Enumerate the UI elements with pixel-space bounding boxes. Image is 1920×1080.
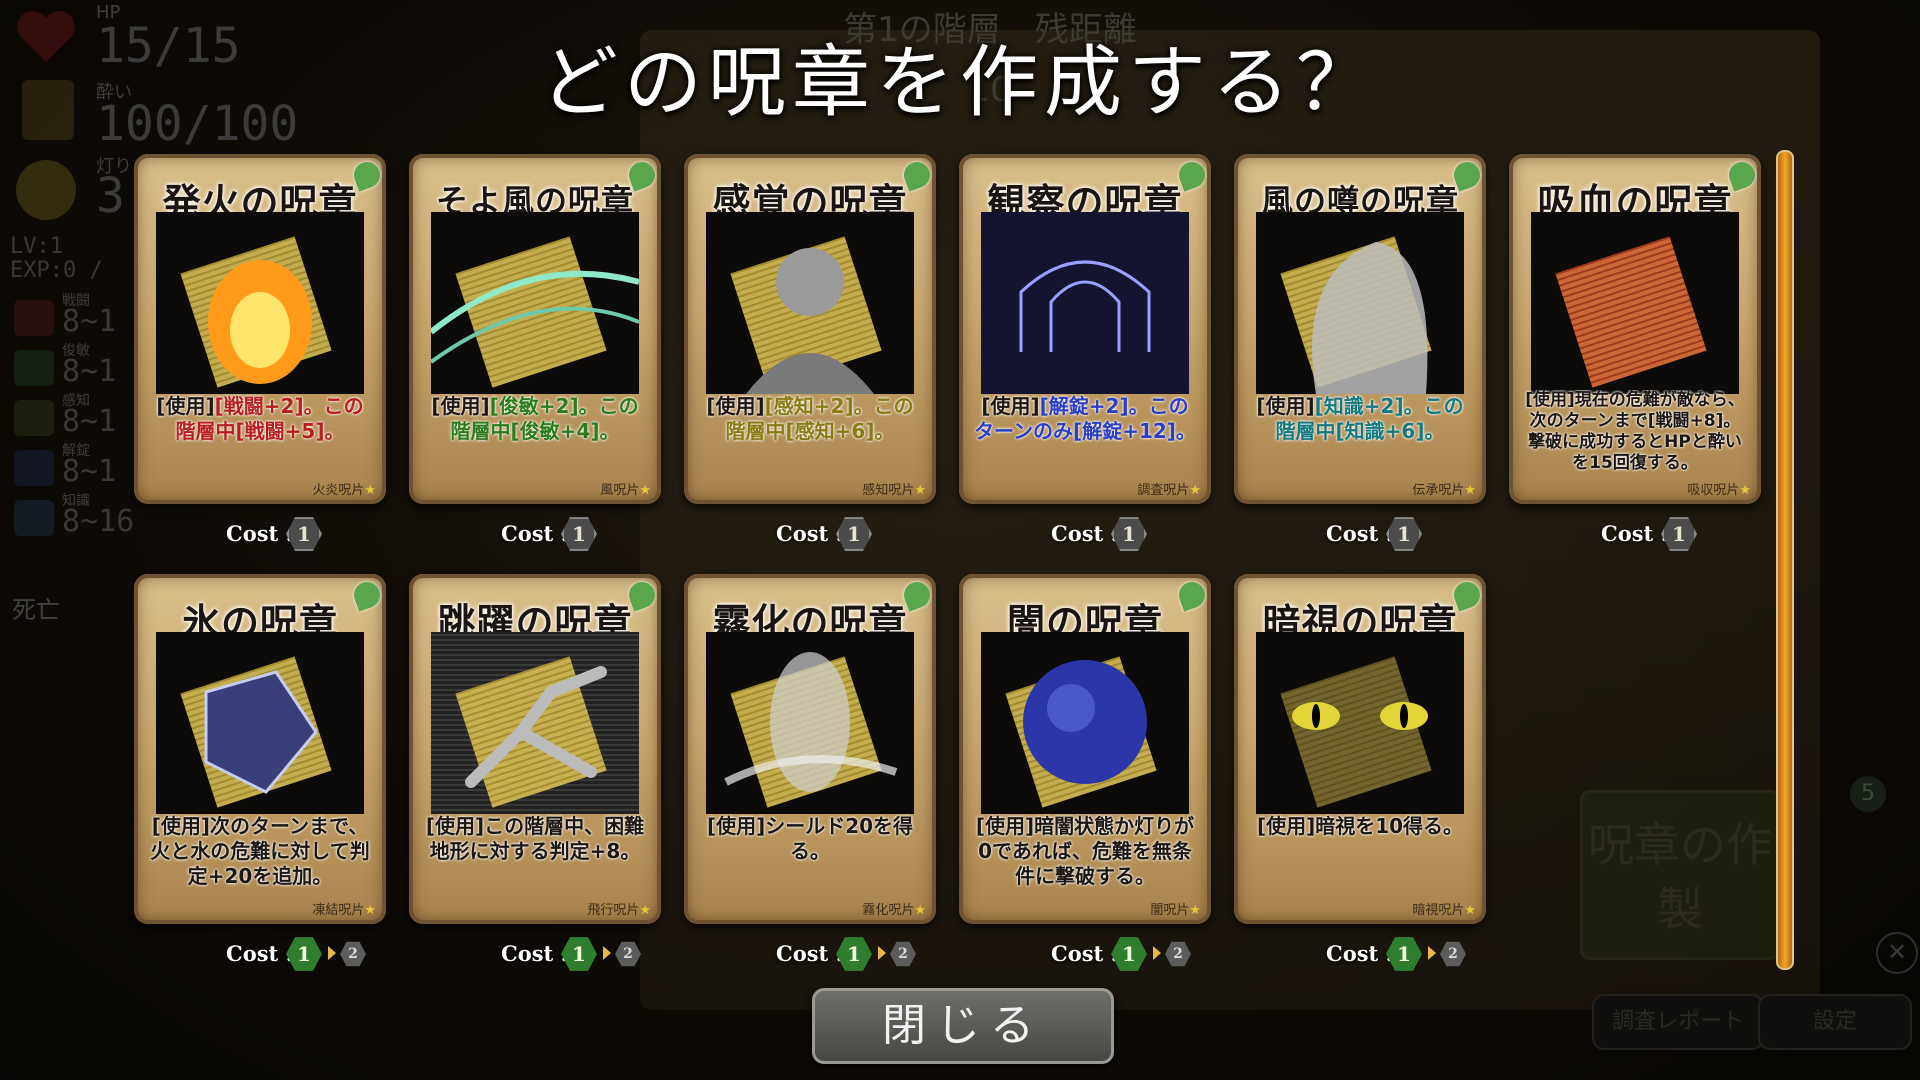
- card-type: 伝承呪片: [1412, 483, 1465, 498]
- dark-orb-art: [981, 632, 1189, 814]
- card-description: [使用][解錠+2]。このターンのみ[解錠+12]。: [974, 394, 1196, 443]
- cost-row: Cost : 1: [1234, 514, 1486, 554]
- cost-label: Cost :: [776, 941, 844, 966]
- star-icon: ★: [1189, 903, 1201, 918]
- crystal-art: [156, 632, 364, 814]
- card-description: [使用]暗視を10得る。: [1256, 814, 1464, 838]
- card-ignition[interactable]: 発火の呪章 [使用][戦闘+2]。この階層中[戦闘+5]。 火炎呪片★: [134, 154, 386, 504]
- close-button[interactable]: 閉じる: [812, 988, 1114, 1064]
- card-type: 感知呪片: [862, 483, 915, 498]
- cost-row: Cost : 1: [1509, 514, 1761, 554]
- fire-art: [156, 212, 364, 394]
- star-icon: ★: [1464, 483, 1476, 498]
- card-vampire[interactable]: 吸血の呪章 [使用]現在の危難が敵なら、次のターンまで[戦闘+8]。撃破に成功す…: [1509, 154, 1761, 504]
- card-type: 闇呪片: [1150, 903, 1190, 918]
- arrow-right-icon: [603, 946, 611, 960]
- star-icon: ★: [639, 483, 651, 498]
- card-type: 吸収呪片: [1687, 483, 1740, 498]
- card-description: [使用]現在の危難が敵なら、次のターンまで[戦闘+8]。撃破に成功するとHPと酔…: [1525, 390, 1745, 473]
- cost-label: Cost :: [776, 521, 844, 546]
- cost-row: Cost : 1 2: [684, 934, 936, 974]
- star-icon: ★: [364, 903, 376, 918]
- runner-art: [431, 632, 639, 814]
- cost-label: Cost :: [1326, 941, 1394, 966]
- card-type: 火炎呪片: [312, 483, 365, 498]
- cost-row: Cost : 1: [134, 514, 386, 554]
- mist-art: [706, 632, 914, 814]
- star-icon: ★: [1189, 483, 1201, 498]
- card-type: 暗視呪片: [1412, 903, 1465, 918]
- star-icon: ★: [364, 483, 376, 498]
- cost-row: Cost : 1 2: [409, 934, 661, 974]
- card-rumor[interactable]: 風の噂の呪章 [使用][知識+2]。この階層中[知識+6]。 伝承呪片★: [1234, 154, 1486, 504]
- card-description: [使用][戦闘+2]。この階層中[戦闘+5]。: [156, 394, 364, 443]
- arrow-right-icon: [1153, 946, 1161, 960]
- card-type: 調査呪片: [1137, 483, 1190, 498]
- card-description: [使用][感知+2]。この階層中[感知+6]。: [706, 394, 914, 443]
- fang-art: [1531, 212, 1739, 394]
- cat-eyes-art: [1256, 632, 1464, 814]
- cost-label: Cost :: [501, 521, 569, 546]
- card-description: [使用][知識+2]。この階層中[知識+6]。: [1256, 394, 1464, 443]
- arrow-right-icon: [878, 946, 886, 960]
- head-art: [706, 212, 914, 394]
- card-type: 風呪片: [600, 483, 640, 498]
- card-observation[interactable]: 観察の呪章 [使用][解錠+2]。このターンのみ[解錠+12]。 調査呪片★: [959, 154, 1211, 504]
- cost-row: Cost : 1 2: [959, 934, 1211, 974]
- cost-next-badge: 2: [1165, 941, 1191, 967]
- card-description: [使用]暗闇状態か灯りが0であれば、危難を無条件に撃破する。: [975, 814, 1195, 888]
- cost-label: Cost :: [1326, 521, 1394, 546]
- cost-row: Cost : 1: [409, 514, 661, 554]
- card-description: [使用][俊敏+2]。この階層中[俊敏+4]。: [431, 394, 639, 443]
- cost-label: Cost :: [1601, 521, 1669, 546]
- cost-row: Cost : 1: [959, 514, 1211, 554]
- card-description: [使用]シールド20を得る。: [706, 814, 914, 863]
- cost-row: Cost : 1 2: [1234, 934, 1486, 974]
- card-breeze[interactable]: そよ風の呪章 [使用][俊敏+2]。この階層中[俊敏+4]。 風呪片★: [409, 154, 661, 504]
- ear-art: [1256, 212, 1464, 394]
- card-senses[interactable]: 感覚の呪章 [使用][感知+2]。この階層中[感知+6]。 感知呪片★: [684, 154, 936, 504]
- cost-label: Cost :: [1051, 941, 1119, 966]
- card-description: [使用]この階層中、困難地形に対する判定+8。: [425, 814, 645, 863]
- cost-row: Cost : 1 2: [134, 934, 386, 974]
- cost-row: Cost : 1: [684, 514, 936, 554]
- card-description: [使用]次のターンまで、火と水の危難に対して判定+20を追加。: [150, 814, 370, 888]
- star-icon: ★: [639, 903, 651, 918]
- card-type: 飛行呪片: [587, 903, 640, 918]
- arrow-right-icon: [328, 946, 336, 960]
- card-darkness[interactable]: 闇の呪章 [使用]暗闇状態か灯りが0であれば、危難を無条件に撃破する。 闇呪片★: [959, 574, 1211, 924]
- cost-label: Cost :: [226, 521, 294, 546]
- star-icon: ★: [914, 903, 926, 918]
- grid-art: [981, 212, 1189, 394]
- star-icon: ★: [914, 483, 926, 498]
- cost-label: Cost :: [226, 941, 294, 966]
- cost-next-badge: 2: [890, 941, 916, 967]
- card-leap[interactable]: 跳躍の呪章 [使用]この階層中、困難地形に対する判定+8。 飛行呪片★: [409, 574, 661, 924]
- arrow-right-icon: [1428, 946, 1436, 960]
- card-ice[interactable]: 氷の呪章 [使用]次のターンまで、火と水の危難に対して判定+20を追加。 凍結呪…: [134, 574, 386, 924]
- modal-title: どの呪章を作成する？: [539, 38, 1380, 128]
- cost-label: Cost :: [1051, 521, 1119, 546]
- cost-next-badge: 2: [340, 941, 366, 967]
- cost-next-badge: 2: [615, 941, 641, 967]
- card-type: 凍結呪片: [312, 903, 365, 918]
- wind-art: [431, 212, 639, 394]
- star-icon: ★: [1464, 903, 1476, 918]
- star-icon: ★: [1739, 483, 1751, 498]
- card-type: 霧化呪片: [862, 903, 915, 918]
- card-darkvision[interactable]: 暗視の呪章 [使用]暗視を10得る。 暗視呪片★: [1234, 574, 1486, 924]
- cost-label: Cost :: [501, 941, 569, 966]
- scrollbar[interactable]: [1776, 150, 1794, 970]
- card-mist[interactable]: 霧化の呪章 [使用]シールド20を得る。 霧化呪片★: [684, 574, 936, 924]
- cost-next-badge: 2: [1440, 941, 1466, 967]
